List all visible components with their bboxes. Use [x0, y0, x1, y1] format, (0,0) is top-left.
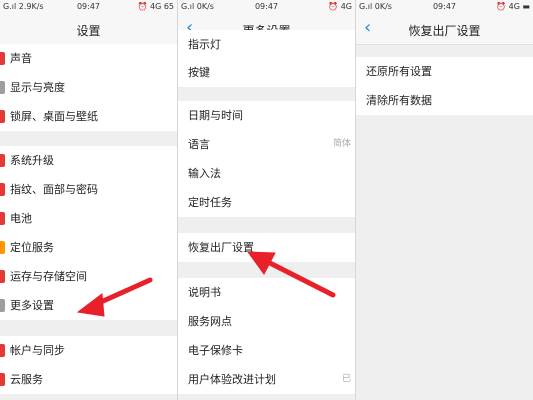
status-bar: G.ıl 2.9K/s 09:47 ⏰ 4G 65 — [0, 0, 177, 14]
setting-icon — [0, 154, 5, 167]
setting-icon — [0, 110, 5, 123]
list-item-label: 显示与亮度 — [10, 81, 65, 94]
list-item[interactable]: 日期与时间 — [178, 101, 355, 131]
list-item-label: 电池 — [10, 212, 32, 225]
list-item-label: 运存与存储空间 — [10, 270, 87, 283]
list-item[interactable]: 清除所有数据 — [356, 86, 533, 116]
setting-icon — [0, 241, 5, 254]
list-item[interactable]: 更多设置 — [0, 291, 177, 321]
list-item[interactable]: 锁屏、桌面与壁纸 — [0, 102, 177, 132]
setting-icon — [0, 183, 5, 196]
more-settings-panel: G.ıl 0K/s 09:47 ⏰ 4G ‹ 更多设置 指示灯按键日期与时间语言… — [178, 0, 355, 400]
list-item[interactable]: 按键 — [178, 58, 355, 88]
list-item[interactable]: 声音 — [0, 44, 177, 74]
list-item[interactable]: 电子保修卡 — [178, 336, 355, 366]
status-bar: G.ıl 0K/s 09:47 ⏰ 4G — [178, 0, 355, 14]
list-item-label: 更多设置 — [10, 299, 54, 312]
status-icons: ⏰ 4G 65 — [137, 2, 174, 11]
setting-icon — [0, 270, 5, 283]
list-item-value: 简体 — [332, 139, 351, 149]
list-item[interactable]: 运存与存储空间 — [0, 262, 177, 292]
status-icons: ⏰ 4G ▬ — [496, 2, 530, 11]
setting-icon — [0, 52, 5, 65]
nav-bar: 设置 — [0, 14, 177, 45]
setting-icon — [0, 373, 5, 386]
setting-icon — [0, 81, 5, 94]
list-item-label: 指示灯 — [188, 38, 221, 51]
list-item[interactable]: 电池 — [0, 204, 177, 234]
list-item-label: 日期与时间 — [188, 109, 243, 122]
list-item[interactable]: 定时任务 — [178, 188, 355, 218]
list-item-label: 清除所有数据 — [366, 94, 432, 107]
list-item-label: 定位服务 — [10, 241, 54, 254]
list-item[interactable]: 指纹、面部与密码 — [0, 175, 177, 205]
list-item[interactable]: 指示灯 — [178, 30, 355, 60]
list-item[interactable]: 显示与亮度 — [0, 73, 177, 103]
list-item[interactable]: 云服务 — [0, 365, 177, 395]
setting-icon — [0, 344, 5, 357]
list-item-label: 服务网点 — [188, 315, 232, 328]
nav-bar: ‹ 恢复出厂设置 — [356, 14, 533, 45]
list-item-label: 云服务 — [10, 373, 43, 386]
list-item[interactable]: 语言 简体 — [178, 130, 355, 160]
page-title: 恢复出厂设置 — [408, 24, 481, 38]
list-item-label: 语言 — [188, 138, 210, 151]
list-item-value: 已 — [341, 374, 351, 384]
list-item-label: 指纹、面部与密码 — [10, 183, 98, 196]
list-item-label: 输入法 — [188, 167, 221, 180]
list-item-label: 声音 — [10, 52, 32, 65]
list-item-label: 恢复出厂设置 — [188, 241, 254, 254]
list-item[interactable]: 输入法 — [178, 159, 355, 189]
factory-reset-panel: G.ıl 0K/s 09:47 ⏰ 4G ▬ ‹ 恢复出厂设置 还原所有设置 清除… — [356, 0, 533, 400]
list-item-label: 按键 — [188, 66, 210, 79]
list-item[interactable]: 帐户与同步 — [0, 336, 177, 366]
list-item[interactable]: 系统升级 — [0, 146, 177, 176]
page-title: 设置 — [76, 24, 101, 38]
status-bar: G.ıl 0K/s 09:47 ⏰ 4G ▬ — [356, 0, 533, 14]
list-item-label: 锁屏、桌面与壁纸 — [10, 110, 98, 123]
settings-panel: G.ıl 2.9K/s 09:47 ⏰ 4G 65 设置 声音显示与亮度锁屏、桌… — [0, 0, 177, 400]
list-item[interactable]: 恢复出厂设置 — [178, 233, 355, 263]
list-item-label: 系统升级 — [10, 154, 54, 167]
list-item-label: 帐户与同步 — [10, 344, 65, 357]
setting-icon — [0, 299, 5, 312]
list-item-label: 电子保修卡 — [188, 344, 243, 357]
status-icons: ⏰ 4G — [328, 2, 352, 11]
list-item-label: 定时任务 — [188, 196, 232, 209]
list-item[interactable]: 说明书 — [178, 278, 355, 308]
list-item-label: 用户体验改进计划 — [188, 373, 276, 386]
list-item[interactable]: 定位服务 — [0, 233, 177, 263]
setting-icon — [0, 212, 5, 225]
list-item[interactable]: 服务网点 — [178, 307, 355, 337]
list-item-label: 说明书 — [188, 286, 221, 299]
list-item[interactable]: 还原所有设置 — [356, 57, 533, 87]
list-item-label: 还原所有设置 — [366, 65, 432, 78]
list-item[interactable]: 用户体验改进计划 已 — [178, 365, 355, 395]
